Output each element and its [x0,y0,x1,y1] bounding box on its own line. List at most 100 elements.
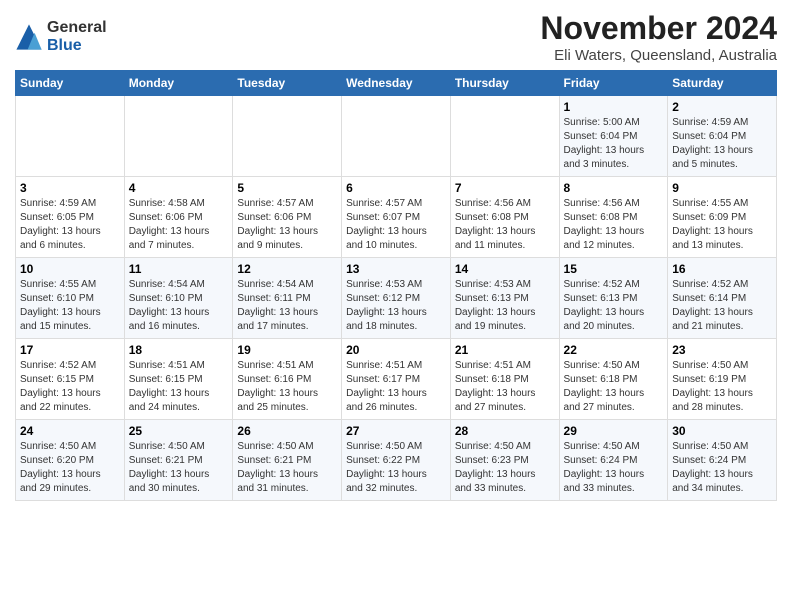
calendar-cell: 28 Sunrise: 4:50 AMSunset: 6:23 PMDayligh… [450,420,559,501]
calendar-cell: 13Sunrise: 4:53 AMSunset: 6:12 PMDayligh… [342,258,451,339]
day-detail: Sunrise: 4:55 AMSunset: 6:10 PMDaylight:… [20,278,120,334]
day-detail: Sunrise: 4:50 AMSunset: 6:22 PMDaylight:… [346,440,446,496]
calendar-cell: 5 Sunrise: 4:57 AMSunset: 6:06 PMDaylight… [233,177,342,258]
day-detail: Sunrise: 5:00 AMSunset: 6:04 PMDaylight:… [564,116,664,172]
calendar-week-row: 3 Sunrise: 4:59 AMSunset: 6:05 PMDaylight… [16,177,777,258]
calendar-cell [450,96,559,177]
day-detail: Sunrise: 4:50 AMSunset: 6:23 PMDaylight:… [455,440,555,496]
day-number: 17 [20,343,120,357]
month-title: November 2024 [540,10,777,47]
day-number: 21 [455,343,555,357]
title-area: November 2024 Eli Waters, Queensland, Au… [540,10,777,64]
weekday-header: Saturday [668,71,777,96]
day-detail: Sunrise: 4:51 AMSunset: 6:15 PMDaylight:… [129,359,229,415]
day-detail: Sunrise: 4:54 AMSunset: 6:10 PMDaylight:… [129,278,229,334]
day-detail: Sunrise: 4:54 AMSunset: 6:11 PMDaylight:… [237,278,337,334]
calendar-cell: 22Sunrise: 4:50 AMSunset: 6:18 PMDayligh… [559,339,668,420]
calendar-cell: 6 Sunrise: 4:57 AMSunset: 6:07 PMDaylight… [342,177,451,258]
day-number: 30 [672,424,772,438]
weekday-header: Tuesday [233,71,342,96]
day-number: 12 [237,262,337,276]
day-number: 8 [564,181,664,195]
calendar-cell [124,96,233,177]
calendar-week-row: 24Sunrise: 4:50 AMSunset: 6:20 PMDayligh… [16,420,777,501]
page-header: General Blue November 2024 Eli Waters, Q… [15,10,777,64]
day-detail: Sunrise: 4:50 AMSunset: 6:21 PMDaylight:… [129,440,229,496]
weekday-header: Friday [559,71,668,96]
day-detail: Sunrise: 4:56 AMSunset: 6:08 PMDaylight:… [564,197,664,253]
day-number: 24 [20,424,120,438]
day-number: 25 [129,424,229,438]
logo-blue: Blue [47,37,107,55]
logo-general: General [47,19,107,37]
weekday-header: Monday [124,71,233,96]
logo-text: General Blue [47,19,107,54]
calendar-cell: 12 Sunrise: 4:54 AMSunset: 6:11 PMDayligh… [233,258,342,339]
day-number: 27 [346,424,446,438]
day-number: 1 [564,100,664,114]
calendar-cell: 17 Sunrise: 4:52 AMSunset: 6:15 PMDayligh… [16,339,125,420]
day-detail: Sunrise: 4:50 AMSunset: 6:18 PMDaylight:… [564,359,664,415]
day-detail: Sunrise: 4:51 AMSunset: 6:16 PMDaylight:… [237,359,337,415]
day-number: 6 [346,181,446,195]
logo: General Blue [15,19,107,54]
calendar-cell: 10 Sunrise: 4:55 AMSunset: 6:10 PMDayligh… [16,258,125,339]
day-number: 7 [455,181,555,195]
day-detail: Sunrise: 4:51 AMSunset: 6:18 PMDaylight:… [455,359,555,415]
day-number: 10 [20,262,120,276]
calendar-cell: 29 Sunrise: 4:50 AMSunset: 6:24 PMDayligh… [559,420,668,501]
weekday-header: Sunday [16,71,125,96]
calendar-cell: 24Sunrise: 4:50 AMSunset: 6:20 PMDayligh… [16,420,125,501]
calendar-cell: 8 Sunrise: 4:56 AMSunset: 6:08 PMDaylight… [559,177,668,258]
calendar-cell: 23 Sunrise: 4:50 AMSunset: 6:19 PMDayligh… [668,339,777,420]
calendar-header-row: SundayMondayTuesdayWednesdayThursdayFrid… [16,71,777,96]
day-number: 29 [564,424,664,438]
day-number: 23 [672,343,772,357]
location-title: Eli Waters, Queensland, Australia [540,47,777,64]
day-detail: Sunrise: 4:57 AMSunset: 6:07 PMDaylight:… [346,197,446,253]
day-detail: Sunrise: 4:58 AMSunset: 6:06 PMDaylight:… [129,197,229,253]
day-number: 3 [20,181,120,195]
day-detail: Sunrise: 4:50 AMSunset: 6:24 PMDaylight:… [564,440,664,496]
day-detail: Sunrise: 4:51 AMSunset: 6:17 PMDaylight:… [346,359,446,415]
logo-icon [15,23,43,51]
calendar-cell [233,96,342,177]
day-detail: Sunrise: 4:59 AMSunset: 6:05 PMDaylight:… [20,197,120,253]
calendar-cell: 2Sunrise: 4:59 AMSunset: 6:04 PMDaylight… [668,96,777,177]
day-number: 19 [237,343,337,357]
day-detail: Sunrise: 4:57 AMSunset: 6:06 PMDaylight:… [237,197,337,253]
calendar-cell: 19 Sunrise: 4:51 AMSunset: 6:16 PMDayligh… [233,339,342,420]
day-detail: Sunrise: 4:50 AMSunset: 6:19 PMDaylight:… [672,359,772,415]
calendar-cell: 27 Sunrise: 4:50 AMSunset: 6:22 PMDayligh… [342,420,451,501]
calendar-cell: 15 Sunrise: 4:52 AMSunset: 6:13 PMDayligh… [559,258,668,339]
day-detail: Sunrise: 4:50 AMSunset: 6:21 PMDaylight:… [237,440,337,496]
day-detail: Sunrise: 4:52 AMSunset: 6:15 PMDaylight:… [20,359,120,415]
day-detail: Sunrise: 4:55 AMSunset: 6:09 PMDaylight:… [672,197,772,253]
day-number: 28 [455,424,555,438]
calendar-cell: 20Sunrise: 4:51 AMSunset: 6:17 PMDayligh… [342,339,451,420]
calendar-cell: 11 Sunrise: 4:54 AMSunset: 6:10 PMDayligh… [124,258,233,339]
calendar-cell: 25 Sunrise: 4:50 AMSunset: 6:21 PMDayligh… [124,420,233,501]
calendar-cell: 21 Sunrise: 4:51 AMSunset: 6:18 PMDayligh… [450,339,559,420]
calendar-cell: 3 Sunrise: 4:59 AMSunset: 6:05 PMDaylight… [16,177,125,258]
day-number: 18 [129,343,229,357]
day-detail: Sunrise: 4:52 AMSunset: 6:14 PMDaylight:… [672,278,772,334]
calendar-cell [342,96,451,177]
day-number: 5 [237,181,337,195]
calendar-cell: 4 Sunrise: 4:58 AMSunset: 6:06 PMDaylight… [124,177,233,258]
weekday-header: Thursday [450,71,559,96]
day-number: 15 [564,262,664,276]
calendar-cell: 30 Sunrise: 4:50 AMSunset: 6:24 PMDayligh… [668,420,777,501]
calendar-cell: 14Sunrise: 4:53 AMSunset: 6:13 PMDayligh… [450,258,559,339]
day-number: 26 [237,424,337,438]
day-number: 11 [129,262,229,276]
day-detail: Sunrise: 4:50 AMSunset: 6:24 PMDaylight:… [672,440,772,496]
day-number: 16 [672,262,772,276]
day-number: 4 [129,181,229,195]
day-detail: Sunrise: 4:53 AMSunset: 6:12 PMDaylight:… [346,278,446,334]
day-number: 9 [672,181,772,195]
day-detail: Sunrise: 4:59 AMSunset: 6:04 PMDaylight:… [672,116,772,172]
day-detail: Sunrise: 4:52 AMSunset: 6:13 PMDaylight:… [564,278,664,334]
calendar-cell: 16 Sunrise: 4:52 AMSunset: 6:14 PMDayligh… [668,258,777,339]
calendar-table: SundayMondayTuesdayWednesdayThursdayFrid… [15,70,777,501]
